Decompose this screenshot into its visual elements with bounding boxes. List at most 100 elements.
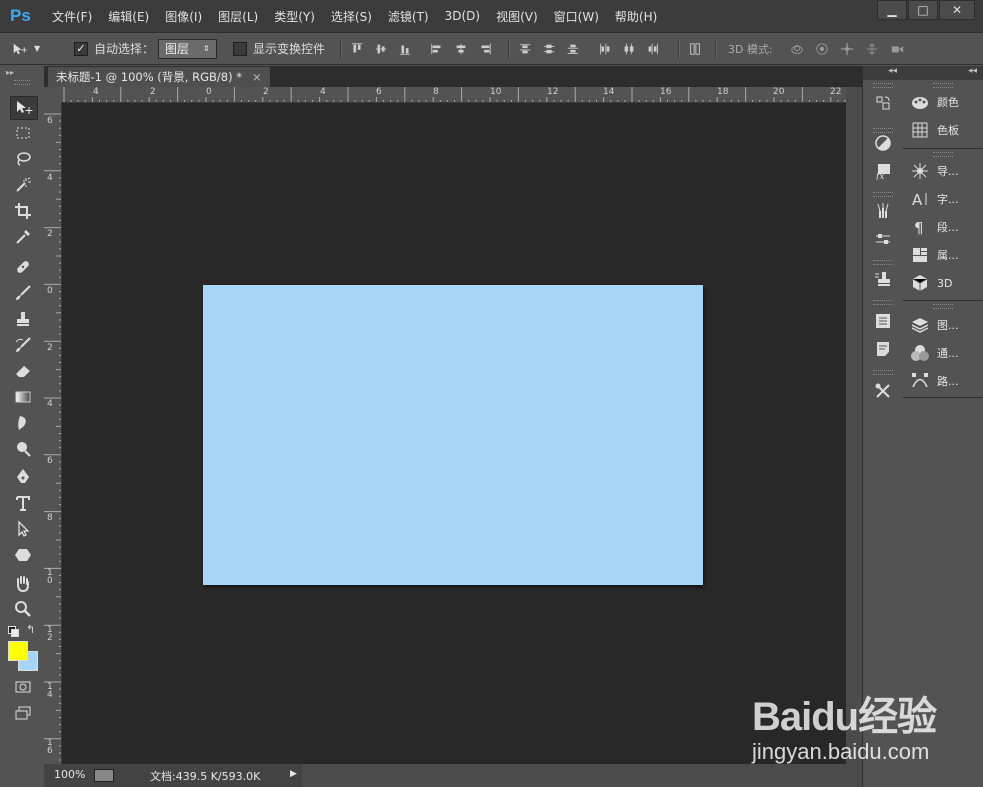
quick-select-tool[interactable] [10,174,36,196]
styles-panel-button[interactable]: fx [872,160,894,182]
ruler-origin[interactable] [44,87,62,103]
align-right-icon[interactable] [478,42,492,56]
paths-panel-button[interactable]: 路... [911,370,981,392]
close-tab-icon[interactable]: × [252,70,262,84]
3d-panel-button[interactable]: 3D [911,272,981,294]
menu-edit[interactable]: 编辑(E) [100,8,157,25]
gradient-tool[interactable] [10,386,36,408]
distribute-bottom-icon[interactable] [566,42,580,56]
panel-grip[interactable] [873,370,893,375]
vertical-scrollbar[interactable] [846,87,862,764]
distribute-top-icon[interactable] [518,42,532,56]
3d-drag-icon[interactable] [838,42,856,56]
maximize-button[interactable]: □ [908,0,938,20]
distribute-right-icon[interactable] [646,42,660,56]
menu-view[interactable]: 视图(V) [488,8,546,25]
align-vcenter-icon[interactable] [374,42,388,56]
auto-select-checkbox[interactable]: ✓ 自动选择： [74,33,154,64]
align-top-icon[interactable] [350,42,364,56]
menu-image[interactable]: 图像(I) [157,8,210,25]
status-info-icon[interactable] [94,769,114,782]
auto-align-icon[interactable] [688,42,702,56]
tool-preset-picker[interactable]: ▼ [8,33,40,64]
menu-window[interactable]: 窗口(W) [546,8,607,25]
quick-mask-button[interactable] [10,676,36,698]
brush-tool[interactable] [10,282,36,304]
align-left-icon[interactable] [430,42,444,56]
minimize-button[interactable]: ▁ [877,0,907,20]
distribute-hcenter-icon[interactable] [622,42,636,56]
menu-select[interactable]: 选择(S) [323,8,380,25]
document-tab[interactable]: 未标题-1 @ 100% (背景, RGB/8) * × [48,67,270,87]
history-brush-tool[interactable] [10,334,36,356]
3d-rotate-icon[interactable] [788,42,806,56]
3d-slide-icon[interactable] [863,42,881,56]
panel-grip[interactable] [933,152,953,157]
panel-grip[interactable] [14,80,30,85]
menu-layer[interactable]: 图层(L) [210,8,266,25]
foreground-color-swatch[interactable] [8,641,28,661]
character-panel-button[interactable]: A 字... [911,188,981,210]
panel-grip[interactable] [873,83,893,88]
notes-panel-button[interactable] [872,338,894,360]
adjustments-panel-button[interactable] [872,132,894,154]
clone-stamp-tool[interactable] [10,308,36,330]
vertical-ruler[interactable]: 6 4 2 0 2 4 6 8 10 12 14 16 [44,103,62,764]
pen-tool[interactable] [10,466,36,488]
clone-source-panel-button[interactable] [872,268,894,290]
document-image[interactable] [203,285,703,585]
zoom-tool[interactable] [10,598,36,620]
hand-tool[interactable] [10,572,36,594]
collapse-arrows[interactable]: ▸▸ [6,68,14,77]
dodge-tool[interactable] [10,438,36,460]
type-tool[interactable] [10,492,36,514]
distribute-vcenter-icon[interactable] [542,42,556,56]
collapse-arrows[interactable]: ◂◂ [903,66,983,80]
path-selection-tool[interactable] [10,518,36,540]
eraser-tool[interactable] [10,360,36,382]
navigator-panel-button[interactable]: 导... [911,160,981,182]
color-panel-button[interactable]: 颜色 [911,91,981,113]
marquee-tool[interactable] [10,122,36,144]
shape-tool[interactable] [10,544,36,566]
tool-presets-panel-button[interactable] [872,380,894,402]
eyedropper-tool[interactable] [10,226,36,248]
swap-colors-icon[interactable]: ↰ [26,623,35,636]
panel-grip[interactable] [873,192,893,197]
crop-tool[interactable] [10,200,36,222]
3d-roll-icon[interactable] [813,42,831,56]
menu-filter[interactable]: 滤镜(T) [380,8,437,25]
brush-panel-button[interactable] [872,228,894,250]
align-hcenter-icon[interactable] [454,42,468,56]
panel-grip[interactable] [873,300,893,305]
zoom-level[interactable]: 100% [54,768,85,781]
lasso-tool[interactable] [10,148,36,170]
panel-grip[interactable] [933,83,953,88]
history-panel-button[interactable] [872,92,894,114]
default-colors-icon[interactable] [8,626,19,637]
menu-3d[interactable]: 3D(D) [437,9,488,23]
menu-type[interactable]: 类型(Y) [266,8,323,25]
layers-panel-button[interactable]: 图... [911,314,981,336]
screen-mode-button[interactable] [10,702,36,724]
menu-file[interactable]: 文件(F) [44,8,100,25]
close-button[interactable]: ✕ [939,0,975,20]
move-tool[interactable] [10,96,38,120]
menu-help[interactable]: 帮助(H) [607,8,665,25]
blur-tool[interactable] [10,412,36,434]
paragraph-panel-button[interactable]: ¶ 段... [911,216,981,238]
healing-brush-tool[interactable] [10,256,36,278]
panel-grip[interactable] [873,260,893,265]
channels-panel-button[interactable]: 通... [911,342,981,364]
horizontal-ruler[interactable]: 4 2 0 2 4 6 8 10 12 14 16 18 20 22 [62,87,846,103]
info-panel-button[interactable] [872,310,894,332]
auto-select-target-dropdown[interactable]: 图层 ⇕ [158,38,217,59]
status-menu-arrow-icon[interactable]: ▶ [290,769,297,779]
swatches-panel-button[interactable]: 色板 [911,119,981,141]
properties-panel-button[interactable]: 属... [911,244,981,266]
show-transform-checkbox[interactable]: 显示变换控件 [233,33,325,64]
align-bottom-icon[interactable] [398,42,412,56]
collapse-arrows[interactable]: ◂◂ [863,66,903,80]
3d-scale-icon[interactable] [888,42,906,56]
brush-presets-panel-button[interactable] [872,200,894,222]
